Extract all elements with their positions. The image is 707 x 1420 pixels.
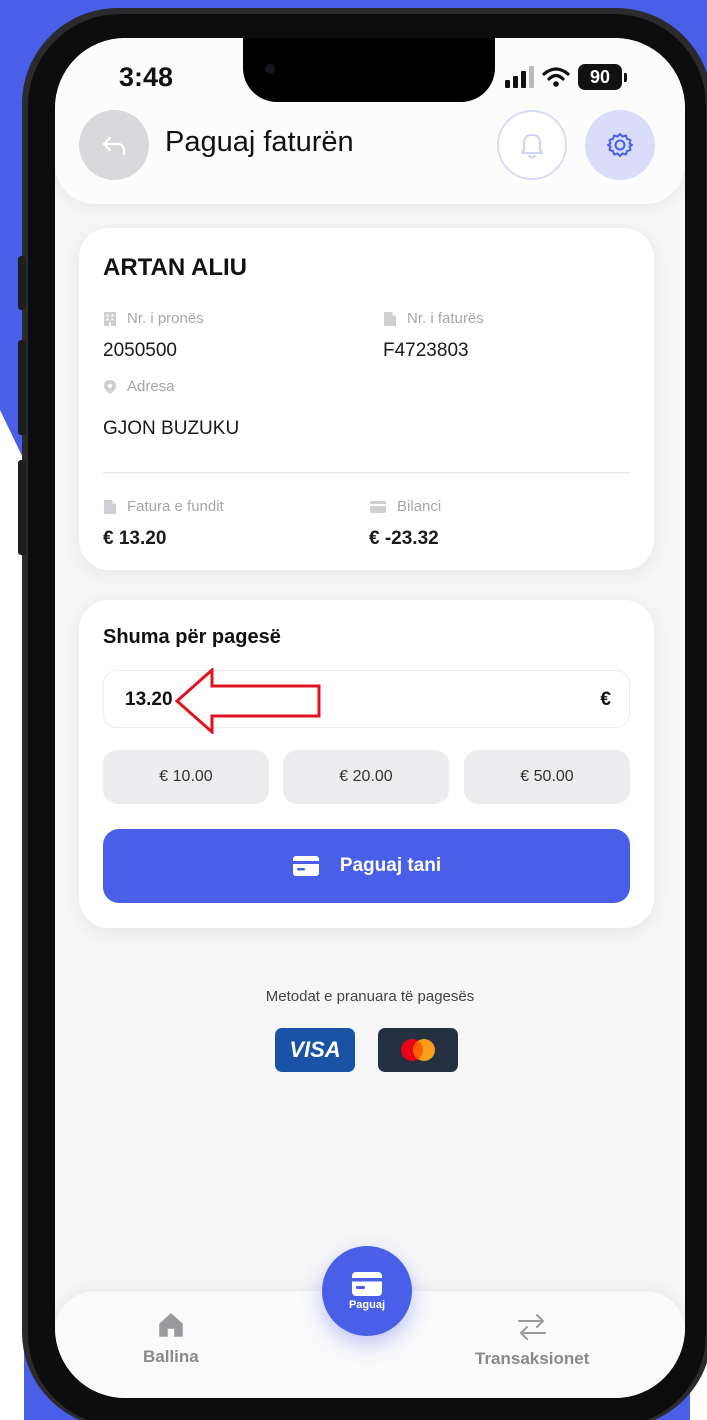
- volume-down-button: [18, 460, 26, 555]
- property-number-label-text: Nr. i pronës: [127, 310, 204, 327]
- payment-card: Shuma për pagesë 13.20 € € 10.00 € 20.00…: [79, 600, 654, 928]
- balance-label-text: Bilanci: [397, 498, 442, 515]
- mute-switch: [18, 256, 26, 310]
- status-time: 3:48: [119, 62, 174, 92]
- customer-name: ARTAN ALIU: [103, 254, 247, 281]
- quick-amount-50-button[interactable]: € 50.00: [464, 750, 630, 804]
- pay-now-label: Paguaj tani: [339, 855, 442, 876]
- quick-amount-10-button[interactable]: € 10.00: [103, 750, 269, 804]
- last-invoice-label: Fatura e fundit: [103, 498, 224, 515]
- pay-now-button[interactable]: Paguaj tani: [103, 829, 630, 903]
- address-value: GJON BUZUKU: [103, 418, 240, 439]
- credit-card-icon: [292, 856, 319, 876]
- front-camera: [265, 64, 275, 74]
- notifications-button[interactable]: [497, 110, 567, 180]
- phone-screen: 3:48 90 Paguaj faturën ARTAN ALIU Nr. i …: [55, 38, 685, 1398]
- transfer-arrows-icon: [518, 1314, 547, 1340]
- building-icon: [104, 311, 116, 326]
- property-number-value: 2050500: [103, 340, 177, 361]
- bell-icon: [521, 134, 543, 159]
- payment-amount-title: Shuma për pagesë: [103, 626, 281, 648]
- location-pin-icon: [104, 379, 116, 394]
- page-title: Paguaj faturën: [165, 126, 354, 158]
- balance-value: € -23.32: [369, 528, 439, 549]
- address-label: Adresa: [103, 378, 175, 395]
- back-arrow-icon: [102, 136, 126, 156]
- home-icon: [159, 1313, 183, 1337]
- invoice-number-label: Nr. i faturës: [383, 310, 484, 327]
- nav-transactions[interactable]: Transaksionet: [475, 1311, 589, 1369]
- amount-input-value: 13.20: [125, 689, 173, 710]
- battery-icon: 90: [578, 64, 622, 90]
- mastercard-logo: [378, 1028, 458, 1072]
- nav-home-label: Ballina: [143, 1347, 199, 1366]
- currency-symbol: €: [600, 689, 611, 710]
- volume-up-button: [18, 340, 26, 435]
- settings-button[interactable]: [585, 110, 655, 180]
- account-card: ARTAN ALIU Nr. i pronës 2050500 Nr. i fa…: [79, 228, 654, 570]
- status-icons: 90: [505, 62, 627, 92]
- nav-pay-fab[interactable]: Paguaj: [322, 1246, 412, 1336]
- credit-card-icon: [352, 1272, 382, 1296]
- document-icon: [384, 311, 396, 326]
- invoice-number-value: F4723803: [383, 340, 469, 361]
- payment-methods-label: Metodat e pranuara të pagesës: [265, 988, 475, 1005]
- balance-label: Bilanci: [369, 498, 441, 515]
- last-invoice-label-text: Fatura e fundit: [127, 498, 224, 515]
- gear-icon: [607, 133, 633, 157]
- quick-amount-20-button[interactable]: € 20.00: [283, 750, 449, 804]
- visa-logo: VISA: [275, 1028, 355, 1072]
- battery-tip: [624, 72, 627, 82]
- card-divider: [103, 472, 630, 473]
- nav-transactions-label: Transaksionet: [475, 1349, 590, 1368]
- mastercard-icon: [401, 1039, 435, 1061]
- nav-home[interactable]: Ballina: [143, 1311, 199, 1367]
- signal-icon: [505, 66, 534, 88]
- nav-pay-label: Paguaj: [348, 1299, 386, 1311]
- address-label-text: Adresa: [127, 378, 175, 395]
- wifi-icon: [542, 67, 570, 87]
- last-invoice-value: € 13.20: [103, 528, 167, 549]
- document-icon: [104, 499, 116, 514]
- invoice-number-label-text: Nr. i faturës: [407, 310, 484, 327]
- property-number-label: Nr. i pronës: [103, 310, 204, 327]
- back-button[interactable]: [79, 110, 149, 180]
- wallet-card-icon: [370, 500, 386, 513]
- dynamic-island: [243, 38, 495, 102]
- annotation-arrow-icon: [175, 668, 321, 734]
